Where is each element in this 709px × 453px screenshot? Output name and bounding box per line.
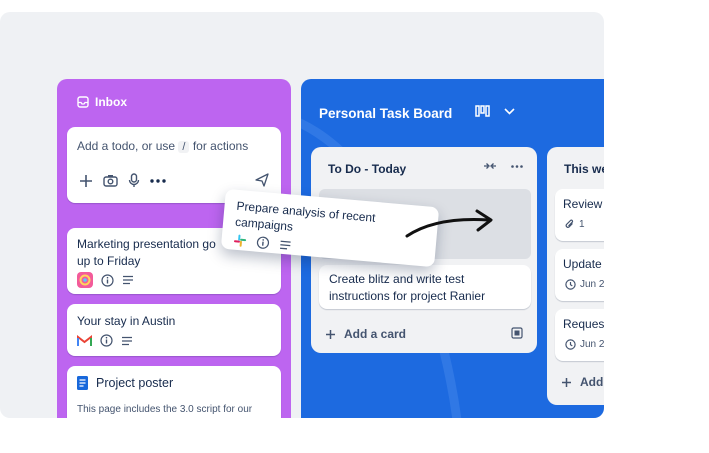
description-icon <box>122 275 134 285</box>
inbox-card-meta <box>77 334 133 347</box>
app-logo-icon <box>77 272 93 288</box>
microphone-icon[interactable] <box>128 173 140 188</box>
inbox-card-text: Marketing presentation go up to Friday <box>77 237 216 268</box>
collapse-icon[interactable] <box>483 161 497 171</box>
inbox-header: Inbox <box>77 95 127 109</box>
inbox-card-text: Your stay in Austin <box>77 314 176 328</box>
add-card-label: Add a card <box>344 327 407 341</box>
plus-icon[interactable] <box>79 174 93 188</box>
plus-icon <box>325 329 336 340</box>
add-card-button[interactable]: Add a card <box>325 327 406 341</box>
gmail-icon <box>77 334 92 347</box>
list-card-text: Create blitz and write test instructions… <box>329 272 486 303</box>
list-card[interactable]: Update Jun 2 <box>555 249 604 301</box>
list-card-meta: Jun 2 <box>565 339 604 350</box>
info-icon[interactable] <box>256 236 270 250</box>
board-view-icon[interactable] <box>475 105 490 117</box>
plus-icon <box>561 377 572 388</box>
more-icon[interactable] <box>511 164 523 168</box>
attachment-count: 1 <box>579 219 585 230</box>
list-title: To Do - Today <box>328 162 407 176</box>
list-this-week: This we Review 1 Update Jun 2 Reques Jun… <box>547 147 604 405</box>
info-icon[interactable] <box>101 273 114 287</box>
dragged-card-meta <box>233 234 292 252</box>
list-card-meta: Jun 2 <box>565 279 604 290</box>
add-todo-toolbar <box>79 173 166 188</box>
more-icon[interactable] <box>150 178 166 183</box>
list-title: This we <box>564 162 604 176</box>
due-date: Jun 2 <box>580 279 604 290</box>
list-card[interactable]: Reques Jun 2 <box>555 309 604 361</box>
info-icon[interactable] <box>100 334 113 347</box>
list-actions <box>483 161 523 171</box>
board-title: Personal Task Board <box>319 106 453 121</box>
add-todo-prefix: Add a todo, or use <box>77 139 176 153</box>
slash-key: / <box>178 141 190 153</box>
inbox-card[interactable]: Your stay in Austin <box>67 304 281 356</box>
list-card[interactable]: Review 1 <box>555 189 604 241</box>
description-icon <box>121 336 133 346</box>
list-card-title: Reques <box>563 317 604 331</box>
drag-arrow-icon <box>405 209 493 238</box>
add-todo-input[interactable]: Add a todo, or use / for actions <box>77 139 248 153</box>
card-template-icon[interactable] <box>511 327 523 339</box>
poster-description: This page includes the 3.0 script for ou… <box>77 404 253 415</box>
poster-header: Project poster <box>77 376 173 390</box>
clock-icon <box>565 279 576 290</box>
list-card-meta: 1 <box>565 219 585 230</box>
board-header-actions <box>475 105 515 117</box>
inbox-card-meta <box>77 272 134 288</box>
due-date: Jun 2 <box>580 339 604 350</box>
document-icon <box>77 376 88 390</box>
poster-title: Project poster <box>96 376 174 390</box>
inbox-icon <box>77 96 89 108</box>
add-card-label: Add <box>580 375 604 389</box>
list-card[interactable]: Create blitz and write test instructions… <box>319 265 531 309</box>
add-card-button[interactable]: Add <box>561 375 603 389</box>
chevron-down-icon[interactable] <box>504 107 515 115</box>
attachment-icon <box>565 219 575 230</box>
description-icon <box>279 239 292 250</box>
inbox-card-poster[interactable]: Project poster This page includes the 3.… <box>67 366 281 418</box>
app-frame: Inbox Add a todo, or use / for actions M… <box>0 12 604 418</box>
add-todo-suffix: for actions <box>192 139 249 153</box>
camera-icon[interactable] <box>103 174 118 187</box>
list-card-title: Review <box>563 197 603 211</box>
clock-icon <box>565 339 576 350</box>
send-icon[interactable] <box>255 173 269 187</box>
inbox-title: Inbox <box>95 95 127 109</box>
slack-icon <box>233 234 247 248</box>
list-card-title: Update <box>563 257 602 271</box>
